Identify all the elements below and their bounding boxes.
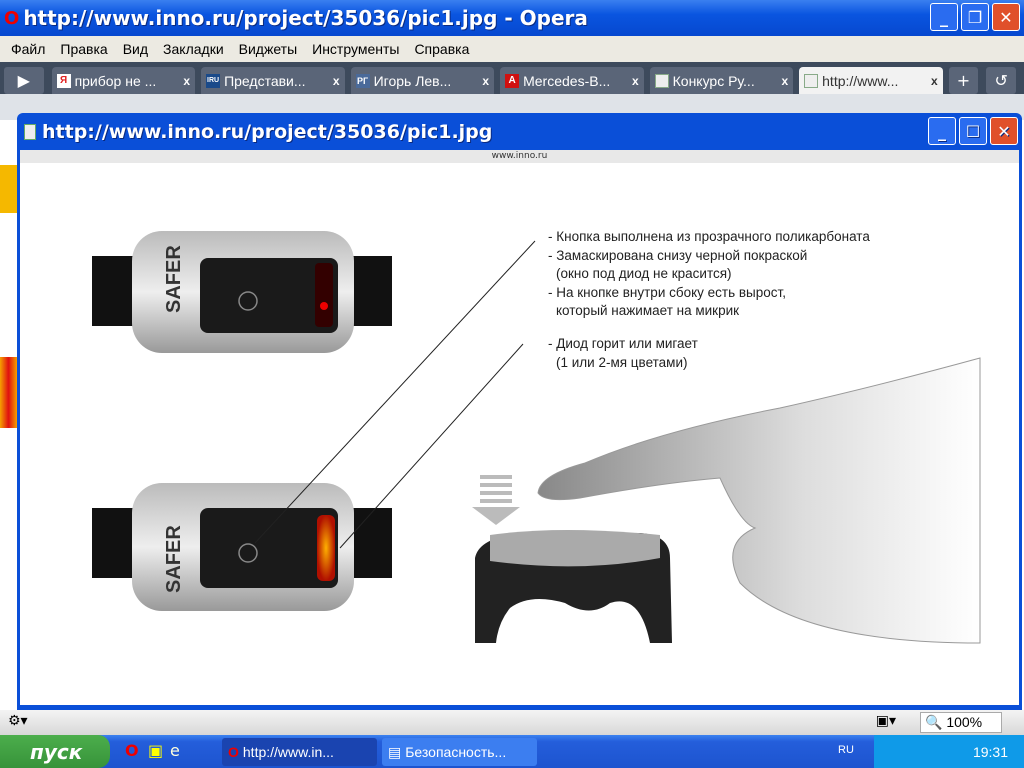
tab-close-icon[interactable]: x	[482, 74, 489, 88]
tab-close-icon[interactable]: x	[183, 74, 190, 88]
new-tab-button[interactable]: +	[948, 67, 979, 94]
language-indicator[interactable]: RU	[838, 744, 854, 756]
opera-icon: O	[228, 744, 239, 760]
clock: 19:31	[972, 743, 1008, 760]
restore-button[interactable]: ❐	[961, 3, 989, 31]
tab-close-icon[interactable]: x	[931, 74, 938, 88]
tab[interactable]: IRU Представи... x	[201, 67, 345, 94]
opera-icon: O	[4, 7, 20, 29]
menu-tools[interactable]: Инструменты	[312, 41, 399, 57]
main-title-bar[interactable]: O http://www.inno.ru/project/35036/pic1.…	[0, 0, 1024, 36]
speed-dial-icon[interactable]: ⚙▾	[8, 713, 28, 729]
menu-bar: Файл Правка Вид Закладки Виджеты Инструм…	[0, 36, 1024, 62]
tab-active[interactable]: http://www... x	[799, 67, 943, 94]
tab-close-icon[interactable]: x	[333, 74, 340, 88]
page-icon	[804, 73, 819, 88]
site-label: www.inno.ru	[20, 150, 1019, 163]
start-button[interactable]: пуск	[0, 735, 110, 768]
panel-toggle-button[interactable]: ▶	[4, 67, 44, 94]
menu-widgets[interactable]: Виджеты	[239, 41, 298, 57]
tab[interactable]: РГ Игорь Лев... x	[350, 67, 495, 94]
minimize-button[interactable]: _	[930, 3, 958, 31]
rg-icon: РГ	[355, 73, 370, 88]
task-word[interactable]: ▤ Безопасность...	[382, 738, 537, 766]
bracelet-top: SAFER	[92, 231, 392, 353]
svg-text:SAFER: SAFER	[163, 245, 185, 313]
a-icon: A	[505, 73, 520, 88]
menu-help[interactable]: Справка	[414, 41, 469, 57]
system-tray: 19:31	[874, 735, 1024, 768]
yandex-icon: Я	[56, 73, 71, 88]
popup-title-bar[interactable]: http://www.inno.ru/project/35036/pic1.jp…	[20, 113, 1019, 150]
menu-edit[interactable]: Правка	[60, 41, 107, 57]
background-page	[0, 120, 17, 710]
popup-minimize-button[interactable]: _	[928, 117, 956, 145]
image-popup-window: http://www.inno.ru/project/35036/pic1.jp…	[17, 113, 1022, 711]
press-arrow	[472, 475, 520, 525]
svg-text:SAFER: SAFER	[163, 525, 185, 593]
bracelet-bottom: SAFER	[92, 483, 392, 611]
trash-icon[interactable]: ↺	[986, 67, 1016, 94]
image-content: SAFER SAFER - Кнопка выполнена из прозра…	[20, 163, 1019, 705]
menu-file[interactable]: Файл	[11, 41, 45, 57]
popup-title: http://www.inno.ru/project/35036/pic1.jp…	[42, 120, 493, 143]
word-icon: ▤	[388, 743, 402, 760]
status-bar: ⚙▾ ▣▾ 🔍 100%	[0, 710, 1024, 735]
taskbar: пуск O ▣ e Ohttp://www.in... ▤ Безопаснос…	[0, 735, 1024, 768]
task-opera[interactable]: Ohttp://www.in...	[222, 738, 377, 766]
page-icon	[24, 123, 36, 140]
ie-icon[interactable]: e	[170, 741, 180, 760]
close-button[interactable]: ✕	[992, 3, 1020, 31]
tab[interactable]: Конкурс Ру... x	[649, 67, 794, 94]
menu-view[interactable]: Вид	[123, 41, 148, 57]
opera-quicklaunch-icon[interactable]: O	[125, 741, 139, 760]
window-title: http://www.inno.ru/project/35036/pic1.jp…	[23, 6, 588, 30]
tab[interactable]: A Mercedes-B... x	[500, 67, 644, 94]
popup-maximize-button[interactable]: ☐	[959, 117, 987, 145]
image-toggle-icon[interactable]: ▣▾	[876, 713, 896, 729]
annotation-diode: - Диод горит или мигает (1 или 2-мя цвет…	[548, 336, 698, 370]
zoom-control[interactable]: 🔍 100%	[920, 712, 1002, 733]
tab-close-icon[interactable]: x	[632, 74, 639, 88]
popup-close-button[interactable]: ✕	[990, 117, 1018, 145]
tab[interactable]: Яприбор не ... x	[51, 67, 196, 94]
magnifier-icon: 🔍	[925, 714, 943, 730]
iru-icon: IRU	[206, 73, 221, 88]
page-icon	[654, 73, 669, 88]
tab-close-icon[interactable]: x	[781, 74, 788, 88]
tab-bar: ▶ Яприбор не ... x IRU Представи... x РГ Иго…	[0, 62, 1024, 94]
menu-bookmarks[interactable]: Закладки	[163, 41, 224, 57]
annotation-button: - Кнопка выполнена из прозрачного полика…	[548, 229, 870, 318]
quicklaunch-icon[interactable]: ▣	[148, 741, 163, 760]
